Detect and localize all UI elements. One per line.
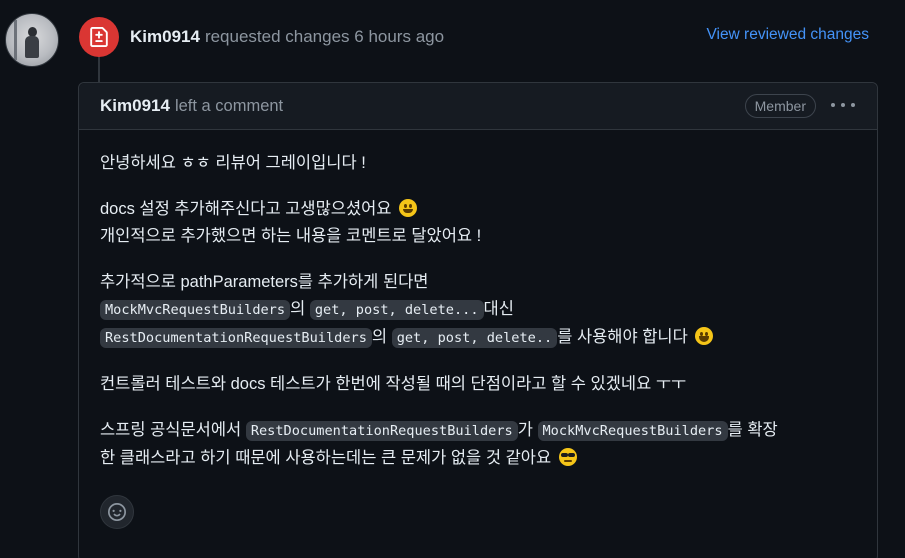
avatar[interactable] (5, 13, 59, 67)
review-comment: Kim0914 left a comment Member 안녕하세요 ㅎㅎ 리… (78, 82, 878, 558)
kebab-dot (831, 103, 835, 107)
text: 대신 (483, 300, 514, 318)
paragraph-thanks: docs 설정 추가해주신다고 고생많으셨어요 개인적으로 추가했으면 하는 내… (100, 196, 855, 250)
review-event-header: Kim0914 requested changes 6 hours ago (130, 24, 444, 50)
inline-code: MockMvcRequestBuilders (537, 421, 728, 441)
inline-code: RestDocumentationRequestBuilders (100, 328, 372, 348)
file-diff-icon (79, 17, 119, 57)
text: 안녕하세요 ㅎㅎ 리뷰어 그레이입니다 ! (100, 154, 366, 172)
text: 를 사용해야 합니다 (557, 328, 688, 346)
paragraph-drawback: 컨트롤러 테스트와 docs 테스트가 한번에 작성될 때의 단점이라고 할 수… (100, 371, 855, 398)
avatar-figure-body (25, 36, 39, 58)
kebab-horizontal-icon[interactable] (831, 97, 855, 113)
joy-emoji-icon (695, 327, 714, 345)
view-reviewed-changes-link[interactable]: View reviewed changes (706, 26, 869, 44)
paragraph-suggestion: 추가적으로 pathParameters를 추가하게 된다면 MockMvcRe… (100, 269, 855, 352)
text: 개인적으로 추가했으면 하는 내용을 코멘트로 달았어요 ! (100, 227, 482, 245)
inline-code: get, post, delete... (309, 300, 484, 320)
paragraph-greeting: 안녕하세요 ㅎㅎ 리뷰어 그레이입니다 ! (100, 150, 855, 177)
avatar-background (14, 20, 17, 60)
grinning-emoji-icon (399, 199, 418, 217)
text: 추가적으로 pathParameters를 추가하게 된다면 (100, 273, 429, 291)
inline-code: get, post, delete.. (391, 328, 558, 348)
inline-code: MockMvcRequestBuilders (100, 300, 291, 320)
smiley-icon[interactable] (100, 495, 134, 529)
comment-header: Kim0914 left a comment Member (79, 83, 877, 130)
paragraph-docs-note: 스프링 공식문서에서 RestDocumentationRequestBuild… (100, 417, 855, 472)
role-badge: Member (744, 94, 816, 118)
text: docs 설정 추가해주신다고 고생많으셨어요 (100, 200, 392, 218)
text: 컨트롤러 테스트와 docs 테스트가 한번에 작성될 때의 단점이라고 할 수… (100, 375, 687, 393)
comment-author-link[interactable]: Kim0914 (100, 96, 170, 116)
comment-body: 안녕하세요 ㅎㅎ 리뷰어 그레이입니다 ! docs 설정 추가해주신다고 고생… (79, 130, 877, 472)
smiley-icon-glyph (108, 503, 126, 521)
kebab-dot (851, 103, 855, 107)
text: 스프링 공식문서에서 (100, 421, 242, 439)
text: 가 (517, 421, 533, 439)
kebab-dot (841, 103, 845, 107)
event-author-link[interactable]: Kim0914 (130, 27, 200, 47)
comment-action-text: left a comment (174, 96, 284, 115)
text: 한 클래스라고 하기 때문에 사용하는데는 큰 문제가 없을 것 같아요 (100, 449, 552, 467)
text: 의 (290, 300, 306, 318)
sunglasses-emoji-icon (558, 448, 577, 466)
inline-code: RestDocumentationRequestBuilders (245, 421, 518, 441)
event-action-text: requested changes 6 hours ago (204, 27, 445, 46)
timeline-review-item: Kim0914 requested changes 6 hours ago Vi… (0, 0, 905, 558)
text: 를 확장 (727, 421, 778, 439)
file-diff-icon-glyph (90, 27, 108, 47)
text: 의 (371, 328, 388, 346)
